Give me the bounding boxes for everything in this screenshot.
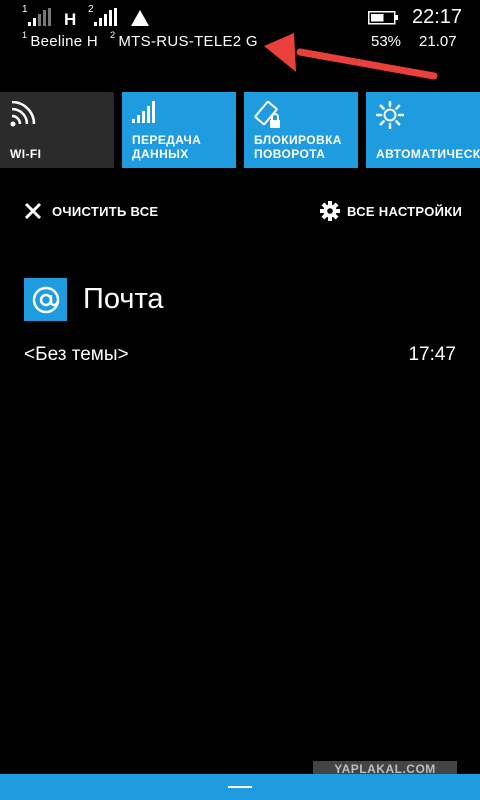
red-arrow-annotation [264, 33, 438, 80]
quick-action-label: WI-FI [10, 147, 42, 161]
at-sign-icon [32, 286, 59, 313]
quick-action-cellular-data[interactable]: ПЕРЕДАЧА ДАННЫХ [122, 92, 236, 168]
wifi-icon [10, 101, 36, 127]
quick-action-label: БЛОКИРОВКА ПОВОРОТА [254, 133, 342, 161]
notification-time: 17:47 [408, 344, 456, 365]
close-icon [24, 202, 42, 220]
drag-handle-icon [228, 786, 252, 788]
mail-app-icon [24, 278, 67, 321]
drag-handle-bar[interactable] [0, 774, 480, 800]
gear-icon [320, 201, 340, 221]
clear-all-label: ОЧИСТИТЬ ВСЕ [52, 203, 159, 219]
quick-action-label: ПЕРЕДАЧА ДАННЫХ [132, 133, 202, 161]
quick-action-rotation-lock[interactable]: БЛОКИРОВКА ПОВОРОТА [244, 92, 358, 168]
brightness-icon [376, 101, 404, 129]
rotation-lock-icon [254, 101, 280, 128]
status-bar: 1 H 2 1 Beeline H 2 MTS-RUS-TELE2 G 22:17 5… [0, 0, 480, 90]
all-settings-label: ВСЕ НАСТРОЙКИ [347, 203, 463, 219]
cellular-data-icon [132, 101, 155, 123]
notification-item[interactable]: <Без темы> 17:47 [24, 344, 456, 370]
quick-action-wifi[interactable]: WI-FI [0, 92, 114, 168]
quick-action-brightness[interactable]: АВТОМАТИЧЕСКИ [366, 92, 480, 168]
all-settings-button[interactable]: ВСЕ НАСТРОЙКИ [320, 199, 462, 223]
app-name: Почта [83, 283, 164, 315]
notification-subject: <Без темы> [24, 344, 129, 365]
notification-app-header[interactable]: Почта [24, 278, 164, 321]
quick-actions: WI-FI ПЕРЕДАЧА ДАННЫХ БЛОКИРОВКА ПОВОРОТ… [0, 92, 480, 168]
quick-action-label: АВТОМАТИЧЕСКИ [376, 147, 480, 161]
clear-all-button[interactable]: ОЧИСТИТЬ ВСЕ [24, 199, 158, 223]
